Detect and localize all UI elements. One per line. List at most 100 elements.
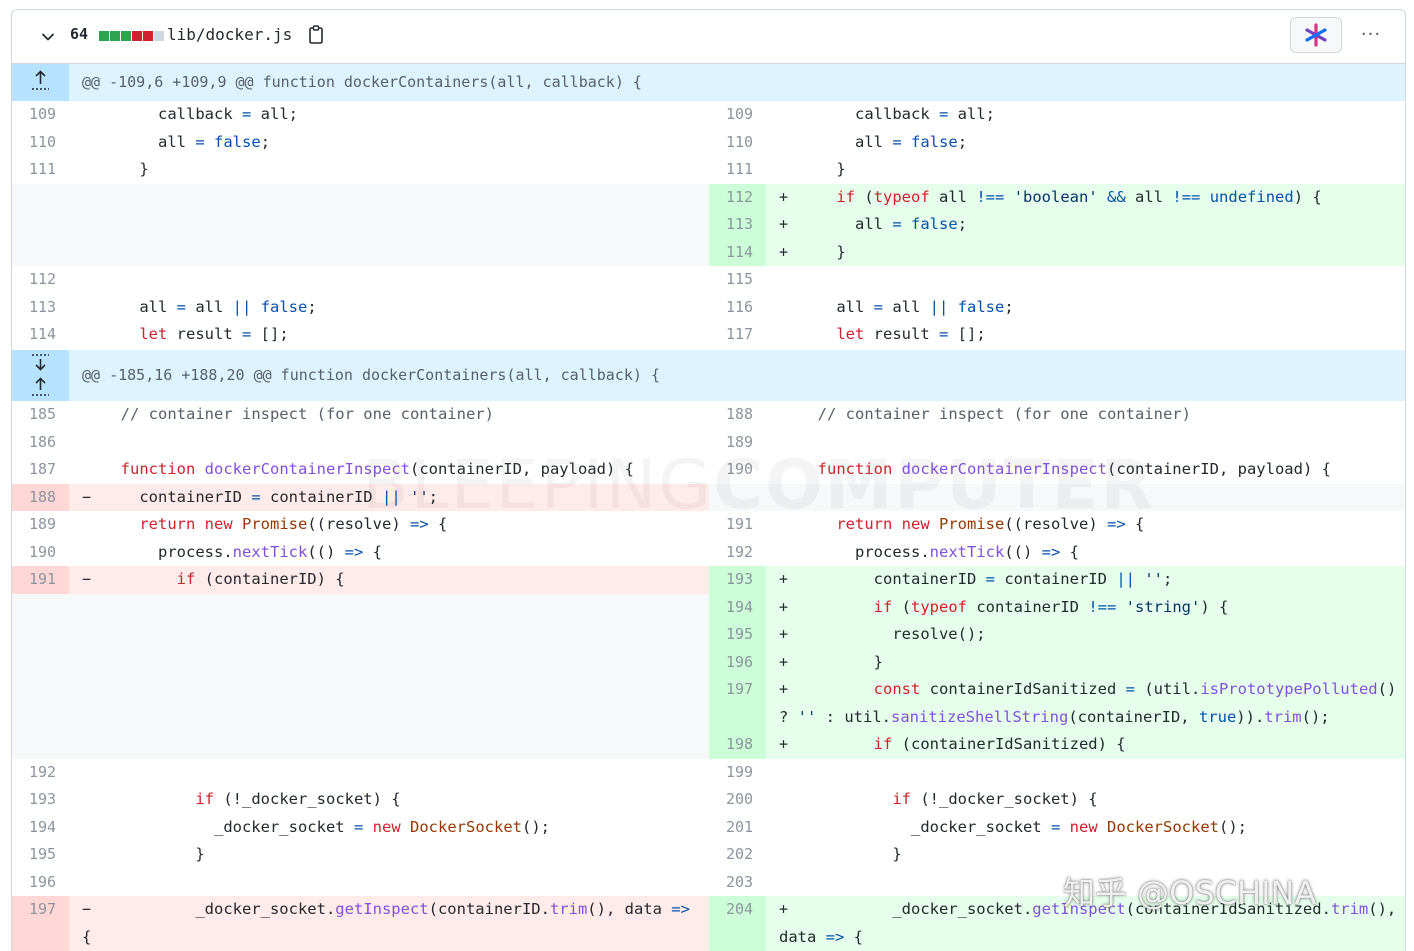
line-number[interactable]: 114: [709, 239, 766, 267]
left-cell: 195 }: [12, 841, 709, 869]
line-number[interactable]: 114: [12, 321, 69, 349]
diff-row: 113 all = all || false;116 all = all || …: [12, 294, 1405, 322]
right-cell: 198+ if (containerIdSanitized) {: [709, 731, 1405, 759]
line-number[interactable]: 191: [12, 566, 69, 594]
code-line: }: [102, 156, 149, 184]
addition-marker: +: [779, 731, 799, 759]
diffstat-square: [143, 31, 153, 41]
line-number[interactable]: [12, 731, 69, 759]
diff-row: 185 // container inspect (for one contai…: [12, 401, 1405, 429]
right-cell: 202 }: [709, 841, 1405, 869]
line-number[interactable]: 198: [709, 731, 766, 759]
line-number[interactable]: 192: [709, 539, 766, 567]
line-number[interactable]: 188: [709, 401, 766, 429]
fold-icon: [12, 350, 69, 401]
line-number[interactable]: 201: [709, 814, 766, 842]
right-cell: 112 + if (typeof all !== 'boolean' && all…: [709, 184, 1405, 212]
left-cell: 185 // container inspect (for one contai…: [12, 401, 709, 429]
addition-marker: +: [779, 184, 799, 212]
line-number[interactable]: 197: [12, 896, 69, 951]
diff-row: 186 189: [12, 429, 1405, 457]
line-number[interactable]: 195: [12, 841, 69, 869]
line-number[interactable]: 191: [709, 511, 766, 539]
line-number[interactable]: 115: [709, 266, 766, 294]
line-number[interactable]: 204: [709, 896, 766, 951]
line-number[interactable]: 113: [12, 294, 69, 322]
line-number[interactable]: 200: [709, 786, 766, 814]
line-number[interactable]: [12, 184, 69, 212]
right-cell: 110 all = false;: [709, 129, 1405, 157]
addition-marker: +: [779, 239, 799, 267]
left-cell: 109 callback = all;: [12, 101, 709, 129]
line-number[interactable]: 110: [709, 129, 766, 157]
line-number[interactable]: [12, 239, 69, 267]
code-line: let result = [];: [102, 321, 289, 349]
line-number[interactable]: 187: [12, 456, 69, 484]
line-number[interactable]: [12, 211, 69, 239]
line-number[interactable]: 109: [12, 101, 69, 129]
left-cell: 187 function dockerContainerInspect(cont…: [12, 456, 709, 484]
kebab-horizontal-icon[interactable]: ···: [1356, 22, 1386, 50]
code-line: function dockerContainerInspect(containe…: [799, 456, 1331, 484]
line-number[interactable]: 192: [12, 759, 69, 787]
line-number[interactable]: 111: [709, 156, 766, 184]
file-path[interactable]: lib/docker.js: [167, 25, 292, 44]
code-line: if (typeof all !== 'boolean' && all !== …: [799, 184, 1322, 212]
line-number[interactable]: 190: [12, 539, 69, 567]
diff-row: 194+ if (typeof containerID !== 'string'…: [12, 594, 1405, 622]
right-cell: 192 process.nextTick(() => {: [709, 539, 1405, 567]
line-number[interactable]: 194: [709, 594, 766, 622]
line-number[interactable]: 203: [709, 869, 766, 897]
line-number[interactable]: 185: [12, 401, 69, 429]
line-number[interactable]: 196: [709, 649, 766, 677]
line-number[interactable]: 202: [709, 841, 766, 869]
expand-button[interactable]: [12, 350, 69, 401]
left-cell: [12, 184, 709, 212]
code-line: let result = [];: [799, 321, 986, 349]
line-number[interactable]: 111: [12, 156, 69, 184]
line-number[interactable]: 194: [12, 814, 69, 842]
copilot-button[interactable]: [1290, 17, 1342, 53]
line-number[interactable]: 109: [709, 101, 766, 129]
line-number[interactable]: 193: [709, 566, 766, 594]
hunk-header-2: @@ -185,16 +188,20 @@ function dockerCon…: [12, 350, 1405, 401]
deletion-marker: −: [82, 484, 102, 512]
hunk-header-text: @@ -109,6 +109,9 @@ function dockerConta…: [82, 73, 642, 91]
line-number[interactable]: 193: [12, 786, 69, 814]
line-number[interactable]: 112: [12, 266, 69, 294]
right-cell: 200 if (!_docker_socket) {: [709, 786, 1405, 814]
line-number[interactable]: [709, 484, 766, 512]
line-number[interactable]: 110: [12, 129, 69, 157]
code-line: if (containerID) {: [102, 566, 345, 594]
code-line: }: [102, 841, 205, 869]
line-number[interactable]: 188: [12, 484, 69, 512]
line-number[interactable]: 116: [709, 294, 766, 322]
line-number[interactable]: [12, 676, 69, 731]
line-number[interactable]: [12, 621, 69, 649]
line-number[interactable]: 195: [709, 621, 766, 649]
diff-row: 110 all = false;110 all = false;: [12, 129, 1405, 157]
line-number[interactable]: 117: [709, 321, 766, 349]
diff-row: 198+ if (containerIdSanitized) {: [12, 731, 1405, 759]
line-number[interactable]: 199: [709, 759, 766, 787]
line-number[interactable]: 186: [12, 429, 69, 457]
code-line: _docker_socket.getInspect(containerIdSan…: [799, 896, 1396, 951]
line-number[interactable]: [12, 594, 69, 622]
line-number[interactable]: 190: [709, 456, 766, 484]
line-number[interactable]: 112: [709, 184, 766, 212]
chevron-down-icon[interactable]: [41, 30, 55, 44]
line-number[interactable]: 189: [709, 429, 766, 457]
line-number[interactable]: 113: [709, 211, 766, 239]
line-number[interactable]: 196: [12, 869, 69, 897]
copy-icon[interactable]: [307, 25, 325, 45]
line-number[interactable]: [12, 649, 69, 677]
left-cell: 114 let result = [];: [12, 321, 709, 349]
code-line: process.nextTick(() => {: [102, 539, 382, 567]
deletion-marker: −: [82, 566, 102, 594]
diff-row: 111 }111 }: [12, 156, 1405, 184]
code-line: all = all || false;: [799, 294, 1014, 322]
line-number[interactable]: 197: [709, 676, 766, 731]
expand-up-button[interactable]: [12, 64, 69, 101]
line-number[interactable]: 189: [12, 511, 69, 539]
right-cell: 197+ const containerIdSanitized = (util.…: [709, 676, 1405, 731]
